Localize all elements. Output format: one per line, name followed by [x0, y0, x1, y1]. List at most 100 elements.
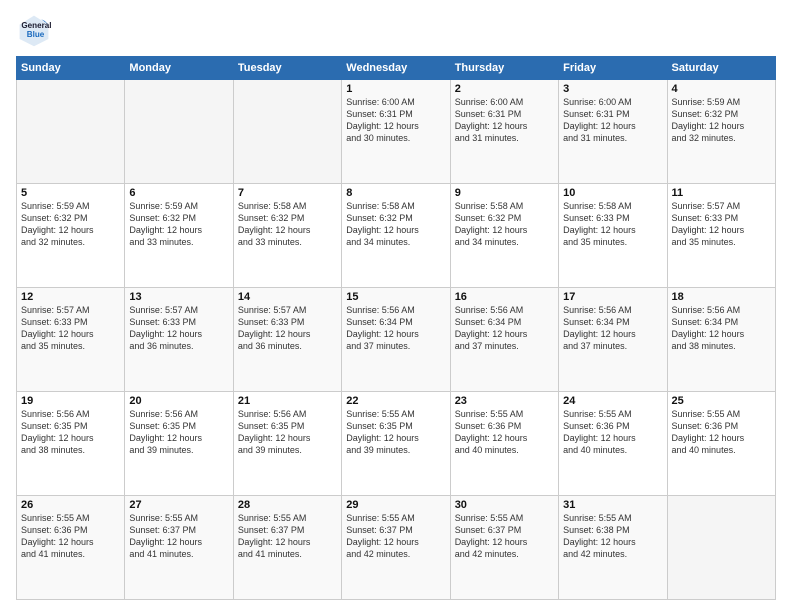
calendar-cell: 27Sunrise: 5:55 AM Sunset: 6:37 PM Dayli… — [125, 496, 233, 600]
calendar-cell: 17Sunrise: 5:56 AM Sunset: 6:34 PM Dayli… — [559, 288, 667, 392]
day-info: Sunrise: 5:56 AM Sunset: 6:34 PM Dayligh… — [563, 304, 662, 353]
day-number: 18 — [672, 291, 771, 303]
calendar-cell — [667, 496, 775, 600]
weekday-header: Monday — [125, 57, 233, 80]
day-number: 15 — [346, 291, 445, 303]
day-info: Sunrise: 5:59 AM Sunset: 6:32 PM Dayligh… — [129, 200, 228, 249]
day-info: Sunrise: 5:57 AM Sunset: 6:33 PM Dayligh… — [238, 304, 337, 353]
calendar-cell — [17, 80, 125, 184]
day-info: Sunrise: 5:56 AM Sunset: 6:34 PM Dayligh… — [346, 304, 445, 353]
calendar-cell: 20Sunrise: 5:56 AM Sunset: 6:35 PM Dayli… — [125, 392, 233, 496]
calendar-cell: 9Sunrise: 5:58 AM Sunset: 6:32 PM Daylig… — [450, 184, 558, 288]
day-number: 2 — [455, 83, 554, 95]
day-number: 7 — [238, 187, 337, 199]
day-number: 11 — [672, 187, 771, 199]
day-info: Sunrise: 5:59 AM Sunset: 6:32 PM Dayligh… — [672, 96, 771, 145]
day-number: 8 — [346, 187, 445, 199]
day-info: Sunrise: 5:55 AM Sunset: 6:35 PM Dayligh… — [346, 408, 445, 457]
calendar-cell: 8Sunrise: 5:58 AM Sunset: 6:32 PM Daylig… — [342, 184, 450, 288]
calendar-cell — [125, 80, 233, 184]
day-number: 6 — [129, 187, 228, 199]
day-number: 21 — [238, 395, 337, 407]
day-number: 5 — [21, 187, 120, 199]
day-info: Sunrise: 5:57 AM Sunset: 6:33 PM Dayligh… — [129, 304, 228, 353]
page: General Blue SundayMondayTuesdayWednesda… — [0, 0, 792, 612]
day-info: Sunrise: 5:55 AM Sunset: 6:36 PM Dayligh… — [672, 408, 771, 457]
day-number: 20 — [129, 395, 228, 407]
calendar-cell: 12Sunrise: 5:57 AM Sunset: 6:33 PM Dayli… — [17, 288, 125, 392]
day-number: 22 — [346, 395, 445, 407]
calendar-cell: 25Sunrise: 5:55 AM Sunset: 6:36 PM Dayli… — [667, 392, 775, 496]
day-info: Sunrise: 5:58 AM Sunset: 6:32 PM Dayligh… — [346, 200, 445, 249]
day-info: Sunrise: 5:55 AM Sunset: 6:37 PM Dayligh… — [129, 512, 228, 561]
day-info: Sunrise: 5:55 AM Sunset: 6:38 PM Dayligh… — [563, 512, 662, 561]
day-info: Sunrise: 5:55 AM Sunset: 6:37 PM Dayligh… — [455, 512, 554, 561]
calendar-cell: 6Sunrise: 5:59 AM Sunset: 6:32 PM Daylig… — [125, 184, 233, 288]
day-number: 3 — [563, 83, 662, 95]
day-number: 17 — [563, 291, 662, 303]
logo: General Blue — [16, 12, 56, 48]
calendar-week-row: 19Sunrise: 5:56 AM Sunset: 6:35 PM Dayli… — [17, 392, 776, 496]
calendar-cell: 16Sunrise: 5:56 AM Sunset: 6:34 PM Dayli… — [450, 288, 558, 392]
day-info: Sunrise: 5:56 AM Sunset: 6:34 PM Dayligh… — [455, 304, 554, 353]
calendar-cell: 22Sunrise: 5:55 AM Sunset: 6:35 PM Dayli… — [342, 392, 450, 496]
calendar-cell: 28Sunrise: 5:55 AM Sunset: 6:37 PM Dayli… — [233, 496, 341, 600]
weekday-header: Sunday — [17, 57, 125, 80]
day-number: 23 — [455, 395, 554, 407]
day-number: 9 — [455, 187, 554, 199]
calendar-cell: 7Sunrise: 5:58 AM Sunset: 6:32 PM Daylig… — [233, 184, 341, 288]
day-info: Sunrise: 5:58 AM Sunset: 6:32 PM Dayligh… — [455, 200, 554, 249]
day-info: Sunrise: 5:57 AM Sunset: 6:33 PM Dayligh… — [21, 304, 120, 353]
day-number: 4 — [672, 83, 771, 95]
day-info: Sunrise: 6:00 AM Sunset: 6:31 PM Dayligh… — [346, 96, 445, 145]
calendar-cell: 10Sunrise: 5:58 AM Sunset: 6:33 PM Dayli… — [559, 184, 667, 288]
day-number: 29 — [346, 499, 445, 511]
calendar-cell: 24Sunrise: 5:55 AM Sunset: 6:36 PM Dayli… — [559, 392, 667, 496]
day-info: Sunrise: 5:58 AM Sunset: 6:32 PM Dayligh… — [238, 200, 337, 249]
day-info: Sunrise: 5:59 AM Sunset: 6:32 PM Dayligh… — [21, 200, 120, 249]
weekday-header: Wednesday — [342, 57, 450, 80]
weekday-header: Friday — [559, 57, 667, 80]
logo-icon: General Blue — [16, 12, 52, 48]
calendar-cell: 23Sunrise: 5:55 AM Sunset: 6:36 PM Dayli… — [450, 392, 558, 496]
calendar-week-row: 12Sunrise: 5:57 AM Sunset: 6:33 PM Dayli… — [17, 288, 776, 392]
day-info: Sunrise: 5:55 AM Sunset: 6:36 PM Dayligh… — [563, 408, 662, 457]
svg-text:Blue: Blue — [27, 30, 45, 39]
day-info: Sunrise: 5:58 AM Sunset: 6:33 PM Dayligh… — [563, 200, 662, 249]
header: General Blue — [16, 12, 776, 48]
calendar-cell: 30Sunrise: 5:55 AM Sunset: 6:37 PM Dayli… — [450, 496, 558, 600]
calendar-cell: 14Sunrise: 5:57 AM Sunset: 6:33 PM Dayli… — [233, 288, 341, 392]
day-info: Sunrise: 5:56 AM Sunset: 6:34 PM Dayligh… — [672, 304, 771, 353]
weekday-header: Thursday — [450, 57, 558, 80]
calendar-cell: 31Sunrise: 5:55 AM Sunset: 6:38 PM Dayli… — [559, 496, 667, 600]
day-number: 26 — [21, 499, 120, 511]
calendar-cell: 19Sunrise: 5:56 AM Sunset: 6:35 PM Dayli… — [17, 392, 125, 496]
weekday-header: Tuesday — [233, 57, 341, 80]
calendar-cell: 29Sunrise: 5:55 AM Sunset: 6:37 PM Dayli… — [342, 496, 450, 600]
day-number: 25 — [672, 395, 771, 407]
calendar-cell: 3Sunrise: 6:00 AM Sunset: 6:31 PM Daylig… — [559, 80, 667, 184]
svg-text:General: General — [21, 21, 51, 30]
day-info: Sunrise: 5:56 AM Sunset: 6:35 PM Dayligh… — [21, 408, 120, 457]
calendar-week-row: 26Sunrise: 5:55 AM Sunset: 6:36 PM Dayli… — [17, 496, 776, 600]
day-info: Sunrise: 5:55 AM Sunset: 6:37 PM Dayligh… — [346, 512, 445, 561]
day-number: 14 — [238, 291, 337, 303]
day-info: Sunrise: 5:55 AM Sunset: 6:36 PM Dayligh… — [455, 408, 554, 457]
day-info: Sunrise: 6:00 AM Sunset: 6:31 PM Dayligh… — [455, 96, 554, 145]
calendar-cell: 13Sunrise: 5:57 AM Sunset: 6:33 PM Dayli… — [125, 288, 233, 392]
calendar-cell: 18Sunrise: 5:56 AM Sunset: 6:34 PM Dayli… — [667, 288, 775, 392]
day-number: 12 — [21, 291, 120, 303]
calendar-cell: 11Sunrise: 5:57 AM Sunset: 6:33 PM Dayli… — [667, 184, 775, 288]
calendar-cell: 5Sunrise: 5:59 AM Sunset: 6:32 PM Daylig… — [17, 184, 125, 288]
calendar-cell: 26Sunrise: 5:55 AM Sunset: 6:36 PM Dayli… — [17, 496, 125, 600]
day-number: 28 — [238, 499, 337, 511]
day-info: Sunrise: 6:00 AM Sunset: 6:31 PM Dayligh… — [563, 96, 662, 145]
day-number: 16 — [455, 291, 554, 303]
calendar-header-row: SundayMondayTuesdayWednesdayThursdayFrid… — [17, 57, 776, 80]
calendar-cell: 1Sunrise: 6:00 AM Sunset: 6:31 PM Daylig… — [342, 80, 450, 184]
calendar-cell: 2Sunrise: 6:00 AM Sunset: 6:31 PM Daylig… — [450, 80, 558, 184]
day-number: 27 — [129, 499, 228, 511]
day-number: 30 — [455, 499, 554, 511]
calendar-week-row: 5Sunrise: 5:59 AM Sunset: 6:32 PM Daylig… — [17, 184, 776, 288]
calendar-cell — [233, 80, 341, 184]
